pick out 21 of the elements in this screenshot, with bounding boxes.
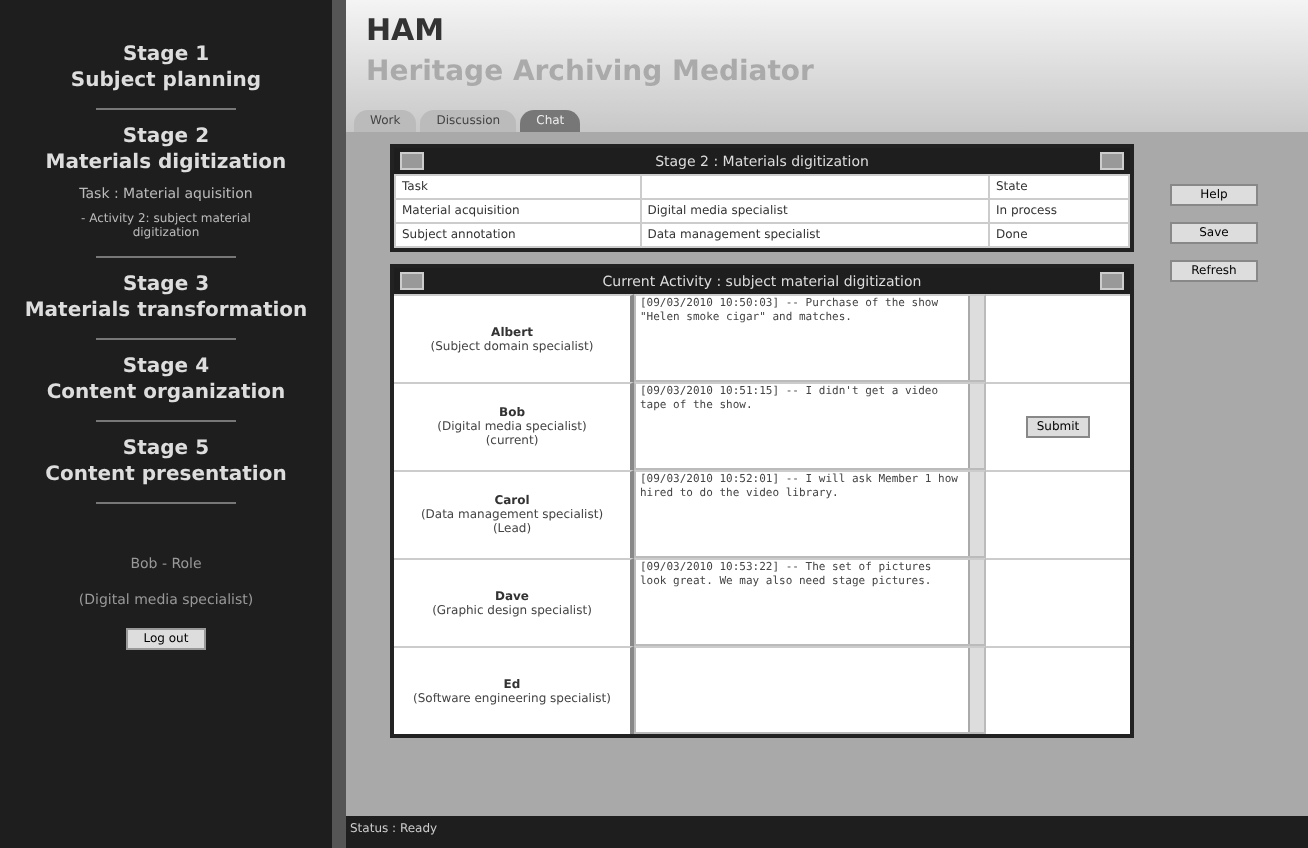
stage-name[interactable]: Subject planning <box>70 70 262 92</box>
scrollbar[interactable] <box>968 648 984 732</box>
stage-label[interactable]: Stage 1 <box>122 44 210 66</box>
stage-label[interactable]: Stage 5 <box>122 438 210 460</box>
stage-name[interactable]: Materials digitization <box>45 152 287 174</box>
scrollbar[interactable] <box>968 296 984 380</box>
stage-label[interactable]: Stage 2 <box>122 126 210 148</box>
comment-field[interactable] <box>634 646 986 734</box>
collapse-icon[interactable] <box>400 152 424 170</box>
collapse-icon[interactable] <box>400 272 424 290</box>
scrollbar[interactable] <box>968 560 984 644</box>
stage-name[interactable]: Content organization <box>46 382 286 404</box>
stage-name[interactable]: Content presentation <box>45 464 287 486</box>
collapse-icon[interactable] <box>1100 152 1124 170</box>
stage-label[interactable]: Stage 4 <box>122 356 210 378</box>
collapse-icon[interactable] <box>1100 272 1124 290</box>
scrollbar[interactable] <box>968 472 984 556</box>
stage-name[interactable]: Materials transformation <box>24 300 308 322</box>
logo-text: HAM <box>366 12 445 48</box>
stage-label[interactable]: Stage 3 <box>122 274 210 296</box>
scrollbar[interactable] <box>968 384 984 468</box>
